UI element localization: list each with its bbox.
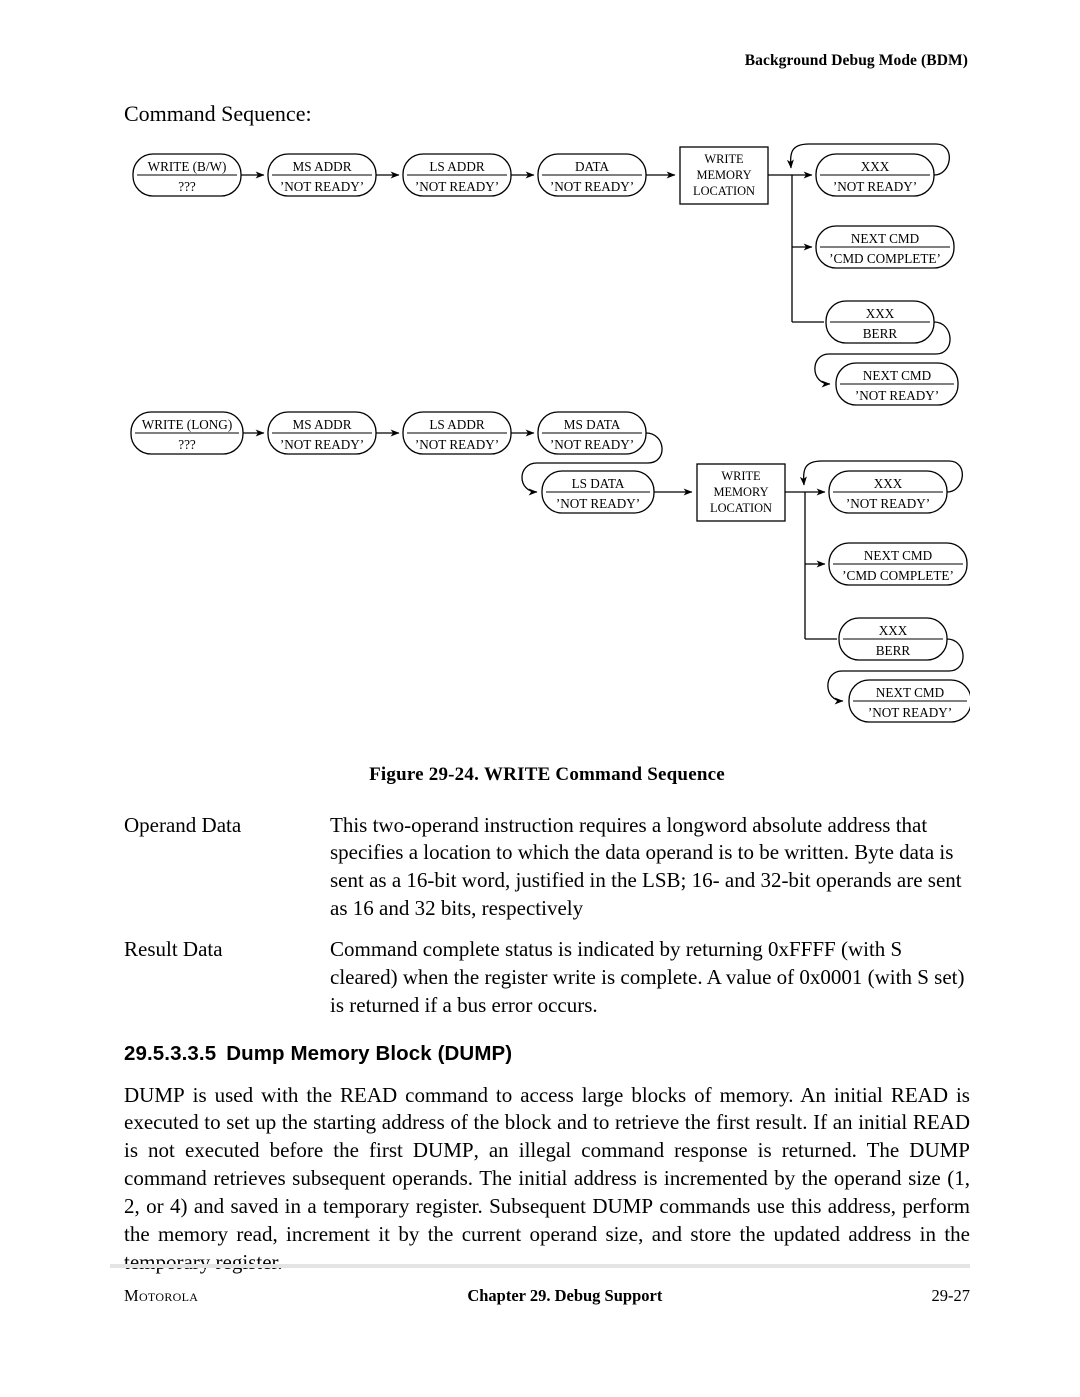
process-line-1: WRITE bbox=[704, 152, 743, 166]
definition-operand-data: Operand Data This two-operand instructio… bbox=[124, 812, 970, 923]
node-top-label: XXX bbox=[866, 306, 895, 321]
section-title-command: DUMP bbox=[444, 1041, 506, 1065]
node-top-label: XXX bbox=[861, 159, 890, 174]
node-bottom-label: ’NOT READY’ bbox=[550, 437, 634, 452]
cmd-dump: DUMP bbox=[412, 1138, 474, 1163]
footer-company: Motorola bbox=[124, 1286, 199, 1305]
flow-bw-node-data: DATA ’NOT READY’ bbox=[537, 152, 647, 197]
flow-long-node-write: WRITE (LONG) ??? bbox=[130, 410, 244, 455]
cmd-read: READ bbox=[890, 1082, 949, 1107]
node-top-label: MS DATA bbox=[564, 417, 621, 432]
section-title-suffix: ) bbox=[505, 1041, 513, 1065]
node-bottom-label: ’NOT READY’ bbox=[550, 179, 634, 194]
node-bottom-label: ’NOT READY’ bbox=[415, 179, 499, 194]
section-title-prefix: Dump Memory Block ( bbox=[226, 1041, 445, 1065]
node-top-label: LS ADDR bbox=[429, 417, 485, 432]
node-bottom-label: ’NOT READY’ bbox=[280, 179, 364, 194]
node-bottom-label: ’CMD COMPLETE’ bbox=[842, 568, 954, 583]
node-bottom-label: ’NOT READY’ bbox=[846, 496, 930, 511]
node-bottom-label: ??? bbox=[178, 437, 196, 452]
cmd-dump: DUMP bbox=[909, 1138, 970, 1163]
command-sequence-label: Command Sequence: bbox=[124, 101, 312, 126]
process-line-2: MEMORY bbox=[696, 168, 751, 182]
definition-result-data: Result Data Command complete status is i… bbox=[124, 936, 970, 1019]
flow-long-node-ms-addr: MS ADDR ’NOT READY’ bbox=[267, 410, 377, 455]
node-top-label: NEXT CMD bbox=[876, 685, 944, 700]
figure-caption: Figure 29-24. WRITE Command Sequence bbox=[124, 764, 970, 786]
page-content: Command Sequence: WRITE (B/W) ??? MS ADD… bbox=[124, 100, 970, 1277]
flow-long-branch-next-cmd-complete: NEXT CMD ’CMD COMPLETE’ bbox=[828, 541, 968, 586]
node-top-label: XXX bbox=[879, 623, 908, 638]
node-top-label: XXX bbox=[874, 476, 903, 491]
section-number: 29.5.3.3.5 bbox=[124, 1041, 217, 1065]
flow-bw-node-ls-addr: LS ADDR ’NOT READY’ bbox=[402, 152, 512, 197]
node-top-label: LS ADDR bbox=[429, 159, 485, 174]
flow-long-process-write-memory-location: WRITE MEMORY LOCATION bbox=[696, 462, 786, 522]
figure-caption-prefix: Figure 29-24. bbox=[369, 763, 484, 785]
node-top-label: DATA bbox=[575, 159, 610, 174]
cmd-dump: DUMP bbox=[592, 1194, 654, 1219]
figure-29-24: WRITE (B/W) ??? MS ADDR ’NOT READY’ LS A… bbox=[124, 142, 970, 762]
node-bottom-label: BERR bbox=[876, 643, 911, 658]
flow-bw-branch-xxx-not-ready: XXX ’NOT READY’ bbox=[815, 152, 935, 197]
process-line-1: WRITE bbox=[721, 469, 760, 483]
page-footer: Motorola Chapter 29. Debug Support 29-27 bbox=[124, 1286, 970, 1306]
node-bottom-label: ’NOT READY’ bbox=[556, 496, 640, 511]
node-bottom-label: ’NOT READY’ bbox=[280, 437, 364, 452]
footer-page-number: 29-27 bbox=[931, 1286, 971, 1305]
node-top-label: WRITE (LONG) bbox=[142, 417, 232, 432]
node-bottom-label: ’NOT READY’ bbox=[415, 437, 499, 452]
footer-chapter: Chapter 29. Debug Support bbox=[467, 1286, 663, 1305]
node-bottom-label: ’CMD COMPLETE’ bbox=[829, 251, 941, 266]
figure-caption-command: WRITE bbox=[483, 763, 551, 785]
para-seg-4: command to access large blocks of memory… bbox=[397, 1082, 891, 1107]
cmd-dump: DUMP bbox=[124, 1082, 185, 1107]
definition-description: Command complete status is indicated by … bbox=[330, 937, 965, 1017]
section-heading: 29.5.3.3.5 Dump Memory Block (DUMP) bbox=[124, 1042, 970, 1066]
flow-long-node-ms-data: MS DATA ’NOT READY’ bbox=[537, 410, 647, 455]
footer-divider bbox=[110, 1264, 970, 1268]
node-bottom-label: ’NOT READY’ bbox=[868, 705, 952, 720]
flow-long-node-ls-data: LS DATA ’NOT READY’ bbox=[541, 469, 655, 514]
node-bottom-label: ’NOT READY’ bbox=[833, 179, 917, 194]
definition-description: This two-operand instruction requires a … bbox=[330, 812, 962, 920]
para-seg-10: , an illegal command response is returne… bbox=[473, 1138, 910, 1163]
cmd-read: READ bbox=[340, 1082, 398, 1107]
cmd-read: READ bbox=[912, 1110, 970, 1135]
para-seg-8: is not executed before the first bbox=[124, 1138, 413, 1163]
definition-term: Result Data bbox=[124, 937, 223, 962]
figure-caption-suffix: Command Sequence bbox=[550, 763, 725, 785]
dump-description-paragraph: DUMP is used with the READ command to ac… bbox=[124, 1082, 970, 1277]
running-head: Background Debug Mode (BDM) bbox=[744, 52, 968, 69]
flow-bw-branch-next-cmd-complete: NEXT CMD ’CMD COMPLETE’ bbox=[815, 224, 955, 269]
process-line-3: LOCATION bbox=[693, 184, 755, 198]
flow-bw-node-write: WRITE (B/W) ??? bbox=[132, 152, 242, 197]
flow-bw-node-ms-addr: MS ADDR ’NOT READY’ bbox=[267, 152, 377, 197]
para-seg-2: is used with the bbox=[184, 1082, 340, 1107]
process-line-3: LOCATION bbox=[710, 501, 772, 515]
node-top-label: MS ADDR bbox=[293, 417, 352, 432]
node-bottom-label: ??? bbox=[178, 179, 196, 194]
flow-long-branch-xxx-not-ready: XXX ’NOT READY’ bbox=[828, 469, 948, 514]
definition-term: Operand Data bbox=[124, 812, 242, 837]
flow-bw-branch-xxx-berr: XXX BERR bbox=[825, 299, 935, 344]
node-top-label: MS ADDR bbox=[293, 159, 352, 174]
node-top-label: NEXT CMD bbox=[851, 231, 919, 246]
node-top-label: LS DATA bbox=[572, 476, 625, 491]
flow-long-branch-next-cmd-not-ready: NEXT CMD ’NOT READY’ bbox=[848, 678, 970, 723]
node-bottom-label: ’NOT READY’ bbox=[855, 388, 939, 403]
flow-bw-process-write-memory-location: WRITE MEMORY LOCATION bbox=[679, 145, 769, 205]
node-top-label: NEXT CMD bbox=[863, 368, 931, 383]
flow-long-node-ls-addr: LS ADDR ’NOT READY’ bbox=[402, 410, 512, 455]
node-bottom-label: BERR bbox=[863, 326, 898, 341]
flow-bw-branch-next-cmd-not-ready: NEXT CMD ’NOT READY’ bbox=[835, 361, 959, 406]
node-top-label: NEXT CMD bbox=[864, 548, 932, 563]
flow-long-branch-xxx-berr: XXX BERR bbox=[838, 616, 948, 661]
process-line-2: MEMORY bbox=[713, 485, 768, 499]
node-top-label: WRITE (B/W) bbox=[148, 159, 227, 174]
